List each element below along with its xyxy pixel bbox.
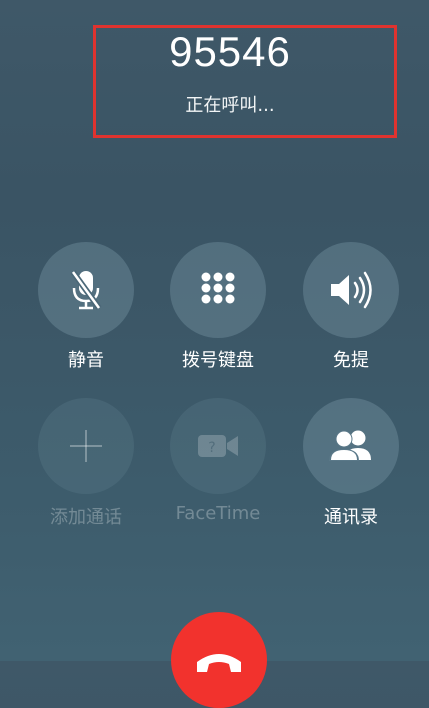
contacts-icon (329, 430, 371, 461)
speaker-label: 免提 (333, 350, 369, 371)
plus-icon (70, 430, 102, 462)
phone-hangup-icon (197, 654, 241, 672)
facetime-button[interactable]: ? (170, 398, 266, 494)
speaker-button[interactable] (303, 242, 399, 338)
speaker-icon (331, 271, 372, 309)
microphone-muted-icon (70, 270, 102, 310)
keypad-icon (201, 272, 235, 304)
video-camera-icon: ? (198, 435, 238, 457)
highlight-box: 95546 正在呼叫... (93, 25, 397, 138)
keypad-label: 拨号键盘 (182, 350, 254, 371)
add-call-label: 添加通话 (50, 507, 122, 528)
keypad-button[interactable] (170, 242, 266, 338)
contacts-button[interactable] (303, 398, 399, 494)
mute-label: 静音 (68, 350, 104, 371)
facetime-label: FaceTime (175, 503, 261, 524)
svg-text:?: ? (208, 440, 215, 456)
mute-button[interactable] (38, 242, 134, 338)
call-status: 正在呼叫... (185, 95, 275, 116)
caller-number: 95546 (169, 28, 291, 75)
add-call-button[interactable] (38, 398, 134, 494)
contacts-label: 通讯录 (324, 507, 378, 528)
end-call-button[interactable] (171, 612, 267, 708)
